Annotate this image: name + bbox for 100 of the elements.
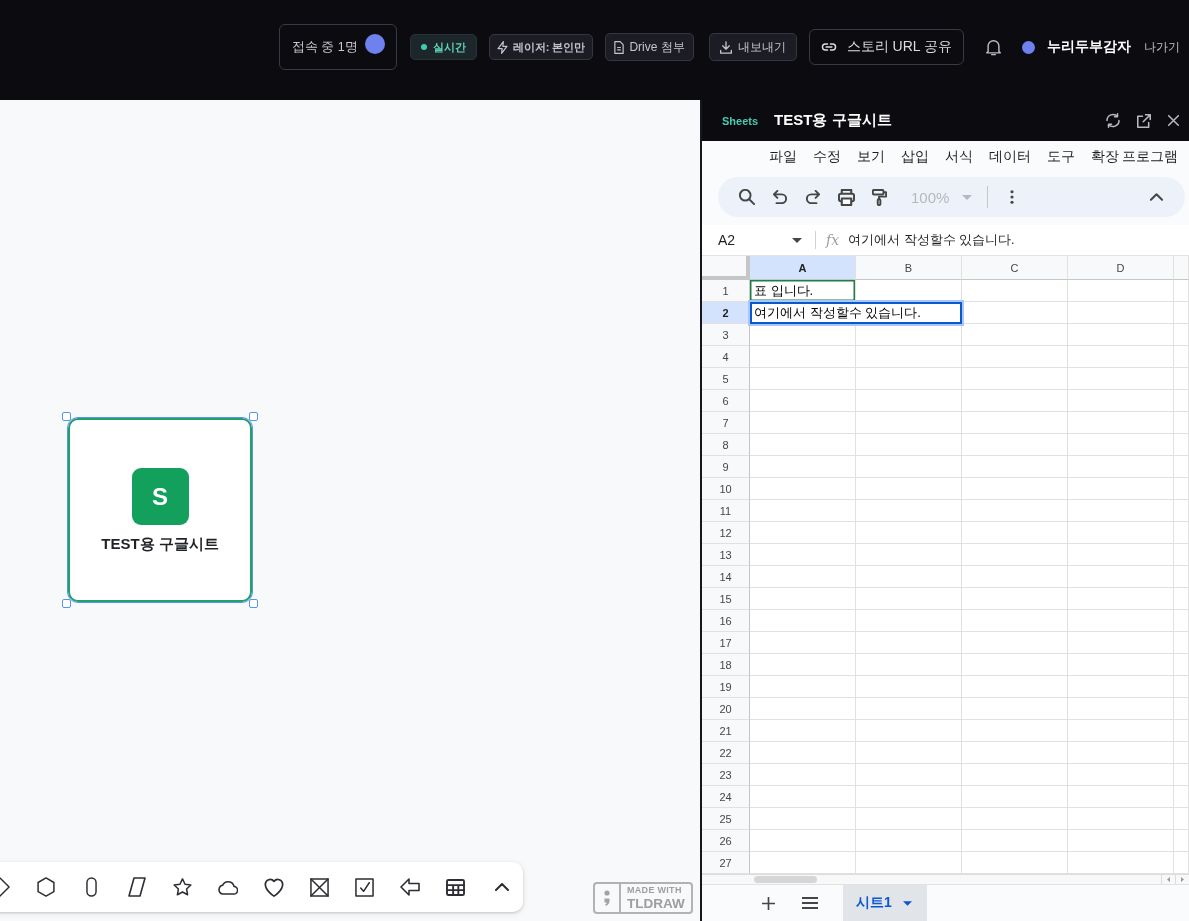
sheet-cell[interactable] <box>856 676 962 698</box>
sheet-cell[interactable] <box>1068 742 1174 764</box>
row-header[interactable]: 3 <box>702 324 750 346</box>
sheet-cell[interactable] <box>1174 588 1189 610</box>
menu-item[interactable]: 도구 <box>1040 144 1081 170</box>
sheet-cell[interactable] <box>1174 500 1189 522</box>
row-header[interactable]: 15 <box>702 588 750 610</box>
sheet-cell[interactable] <box>1174 324 1189 346</box>
row-header[interactable]: 16 <box>702 610 750 632</box>
row-header[interactable]: 11 <box>702 500 750 522</box>
sheet-cell[interactable] <box>750 830 856 852</box>
row-header[interactable]: 22 <box>702 742 750 764</box>
row-header[interactable]: 12 <box>702 522 750 544</box>
sheet-cell[interactable] <box>1068 544 1174 566</box>
sheet-cell[interactable] <box>750 720 856 742</box>
sheet-cell[interactable] <box>1174 346 1189 368</box>
select-all-corner[interactable] <box>702 256 750 280</box>
export-button[interactable]: 내보내기 <box>708 33 797 61</box>
sheet-cell[interactable] <box>856 478 962 500</box>
row-header[interactable]: 5 <box>702 368 750 390</box>
sheet-cell[interactable] <box>856 368 962 390</box>
menu-item[interactable]: 수정 <box>806 144 847 170</box>
row-header[interactable]: 26 <box>702 830 750 852</box>
row-header[interactable]: 25 <box>702 808 750 830</box>
resize-handle[interactable] <box>249 412 258 421</box>
cell-editor[interactable]: 여기에서 작성할수 있습니다. <box>750 302 962 324</box>
sheet-cell[interactable] <box>856 610 962 632</box>
sheet-cell[interactable] <box>1174 764 1189 786</box>
row-header[interactable]: 20 <box>702 698 750 720</box>
sheet-cell[interactable] <box>750 368 856 390</box>
sheet-cell[interactable] <box>750 324 856 346</box>
sheet-cell[interactable] <box>856 764 962 786</box>
sheet-cell[interactable] <box>1068 434 1174 456</box>
sheet-cell[interactable] <box>856 346 962 368</box>
column-header[interactable]: D <box>1068 256 1174 280</box>
laser-pointer-button[interactable]: 레이저: 본인만 <box>488 34 594 60</box>
sheet-cell[interactable] <box>1068 368 1174 390</box>
sheet-cell[interactable] <box>962 764 1068 786</box>
sheet-cell[interactable] <box>856 500 962 522</box>
scrollbar-thumb[interactable] <box>754 876 817 883</box>
live-status-button[interactable]: 실시간 <box>409 34 477 60</box>
menu-item[interactable]: 파일 <box>762 144 803 170</box>
sheet-cell[interactable] <box>962 544 1068 566</box>
sheet-cell[interactable] <box>1174 456 1189 478</box>
bell-icon[interactable] <box>986 38 1001 56</box>
sheet-cell[interactable] <box>750 742 856 764</box>
sheet-cell[interactable] <box>856 742 962 764</box>
sheet-cell[interactable] <box>1068 346 1174 368</box>
row-header[interactable]: 9 <box>702 456 750 478</box>
sheet-cell[interactable] <box>1068 280 1174 302</box>
sheet-cell[interactable] <box>750 566 856 588</box>
sheet-cell[interactable] <box>1174 522 1189 544</box>
sheet-cell[interactable] <box>750 632 856 654</box>
row-header[interactable]: 8 <box>702 434 750 456</box>
menu-item[interactable]: 확장 프로그램 <box>1084 144 1185 170</box>
row-header[interactable]: 14 <box>702 566 750 588</box>
sheet-tab[interactable]: 시트1 <box>843 885 927 921</box>
sheet-cell[interactable] <box>1068 808 1174 830</box>
sheet-cell[interactable] <box>1174 830 1189 852</box>
sheet-cell[interactable] <box>750 610 856 632</box>
sheet-cell[interactable] <box>750 698 856 720</box>
sheet-cell[interactable] <box>856 544 962 566</box>
sheet-cell[interactable] <box>1068 566 1174 588</box>
sheet-cell[interactable] <box>962 654 1068 676</box>
sheet-cell[interactable] <box>750 676 856 698</box>
sheet-cell[interactable] <box>750 764 856 786</box>
sheet-cell[interactable] <box>1174 698 1189 720</box>
row-header[interactable]: 24 <box>702 786 750 808</box>
sheet-cell[interactable] <box>962 588 1068 610</box>
sheet-cell[interactable] <box>1068 764 1174 786</box>
sheet-cell[interactable] <box>1174 280 1189 302</box>
sheet-cell[interactable] <box>1068 500 1174 522</box>
sheet-cell[interactable] <box>1068 412 1174 434</box>
column-header[interactable]: C <box>962 256 1068 280</box>
row-header[interactable]: 1 <box>702 280 750 302</box>
sheet-cell[interactable] <box>856 412 962 434</box>
sheet-cell[interactable] <box>962 566 1068 588</box>
sheet-cell[interactable] <box>1068 588 1174 610</box>
sheet-cell[interactable] <box>750 434 856 456</box>
sheet-cell[interactable] <box>856 632 962 654</box>
sheet-cell[interactable] <box>962 324 1068 346</box>
sheet-cell[interactable] <box>962 302 1068 324</box>
sheet-cell[interactable] <box>750 654 856 676</box>
sheet-cell[interactable] <box>1068 698 1174 720</box>
sheet-cell[interactable] <box>856 390 962 412</box>
row-header[interactable]: 7 <box>702 412 750 434</box>
sheet-cell[interactable] <box>1174 742 1189 764</box>
share-url-button[interactable]: 스토리 URL 공유 <box>808 29 964 65</box>
sheet-cell[interactable] <box>1068 478 1174 500</box>
row-header[interactable]: 2 <box>702 302 750 324</box>
row-header[interactable]: 13 <box>702 544 750 566</box>
menu-item[interactable]: 보기 <box>850 144 891 170</box>
sheet-cell[interactable] <box>750 478 856 500</box>
sheet-cell[interactable] <box>1174 632 1189 654</box>
sheet-cell[interactable] <box>1174 390 1189 412</box>
sheet-cell[interactable] <box>1174 544 1189 566</box>
sheet-cell[interactable] <box>1174 720 1189 742</box>
sheet-cell[interactable] <box>1068 522 1174 544</box>
sheet-cell[interactable] <box>962 500 1068 522</box>
sheet-cell[interactable] <box>962 412 1068 434</box>
